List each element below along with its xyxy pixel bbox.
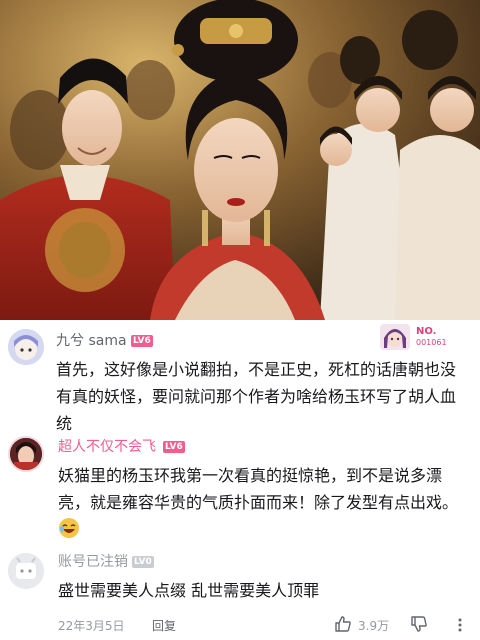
thumbs-up-icon bbox=[335, 616, 351, 632]
comment-text-content: 妖猫里的杨玉环我第一次看真的挺惊艳，到不是说多漂亮，就是雍容华贵的气质扑面而来！… bbox=[58, 466, 459, 512]
thumbs-down-icon[interactable] bbox=[410, 615, 428, 633]
comment-date: 22年3月5日 bbox=[58, 619, 125, 633]
username[interactable]: 九兮 sama bbox=[56, 332, 127, 350]
username[interactable]: 超人不仅不会飞 bbox=[58, 438, 156, 456]
comment-text: 妖猫里的杨玉环我第一次看真的挺惊艳，到不是说多漂亮，就是雍容华贵的气质扑面而来！… bbox=[58, 462, 468, 547]
user-avatar[interactable] bbox=[8, 436, 44, 472]
comment-text: 盛世需要美人点缀 乱世需要美人顶罪 bbox=[58, 581, 320, 600]
user-avatar[interactable] bbox=[8, 553, 44, 589]
user-avatar[interactable] bbox=[8, 329, 44, 365]
username[interactable]: 账号已注销 bbox=[58, 553, 128, 571]
user-level-badge: LV0 bbox=[132, 556, 154, 568]
user-level-badge: LV6 bbox=[163, 441, 185, 453]
anime-girl-badge-icon bbox=[380, 324, 410, 350]
laughing-face-icon bbox=[58, 517, 80, 547]
fan-medal-title: NO. bbox=[416, 326, 437, 337]
like-count: 3.9万 bbox=[358, 619, 390, 633]
more-options-icon[interactable] bbox=[452, 617, 468, 633]
video-still-image bbox=[0, 0, 480, 320]
fan-medal-badge[interactable]: NO. 001061 bbox=[376, 322, 472, 352]
fan-medal-number: 001061 bbox=[416, 338, 447, 347]
reply-button[interactable]: 回复 bbox=[152, 617, 176, 634]
comment-text: 首先，这好像是小说翻拍，不是正史，死杠的话唐朝也没有真的妖怪，要问就问那个作者为… bbox=[56, 360, 457, 433]
user-level-badge: LV6 bbox=[131, 335, 153, 347]
